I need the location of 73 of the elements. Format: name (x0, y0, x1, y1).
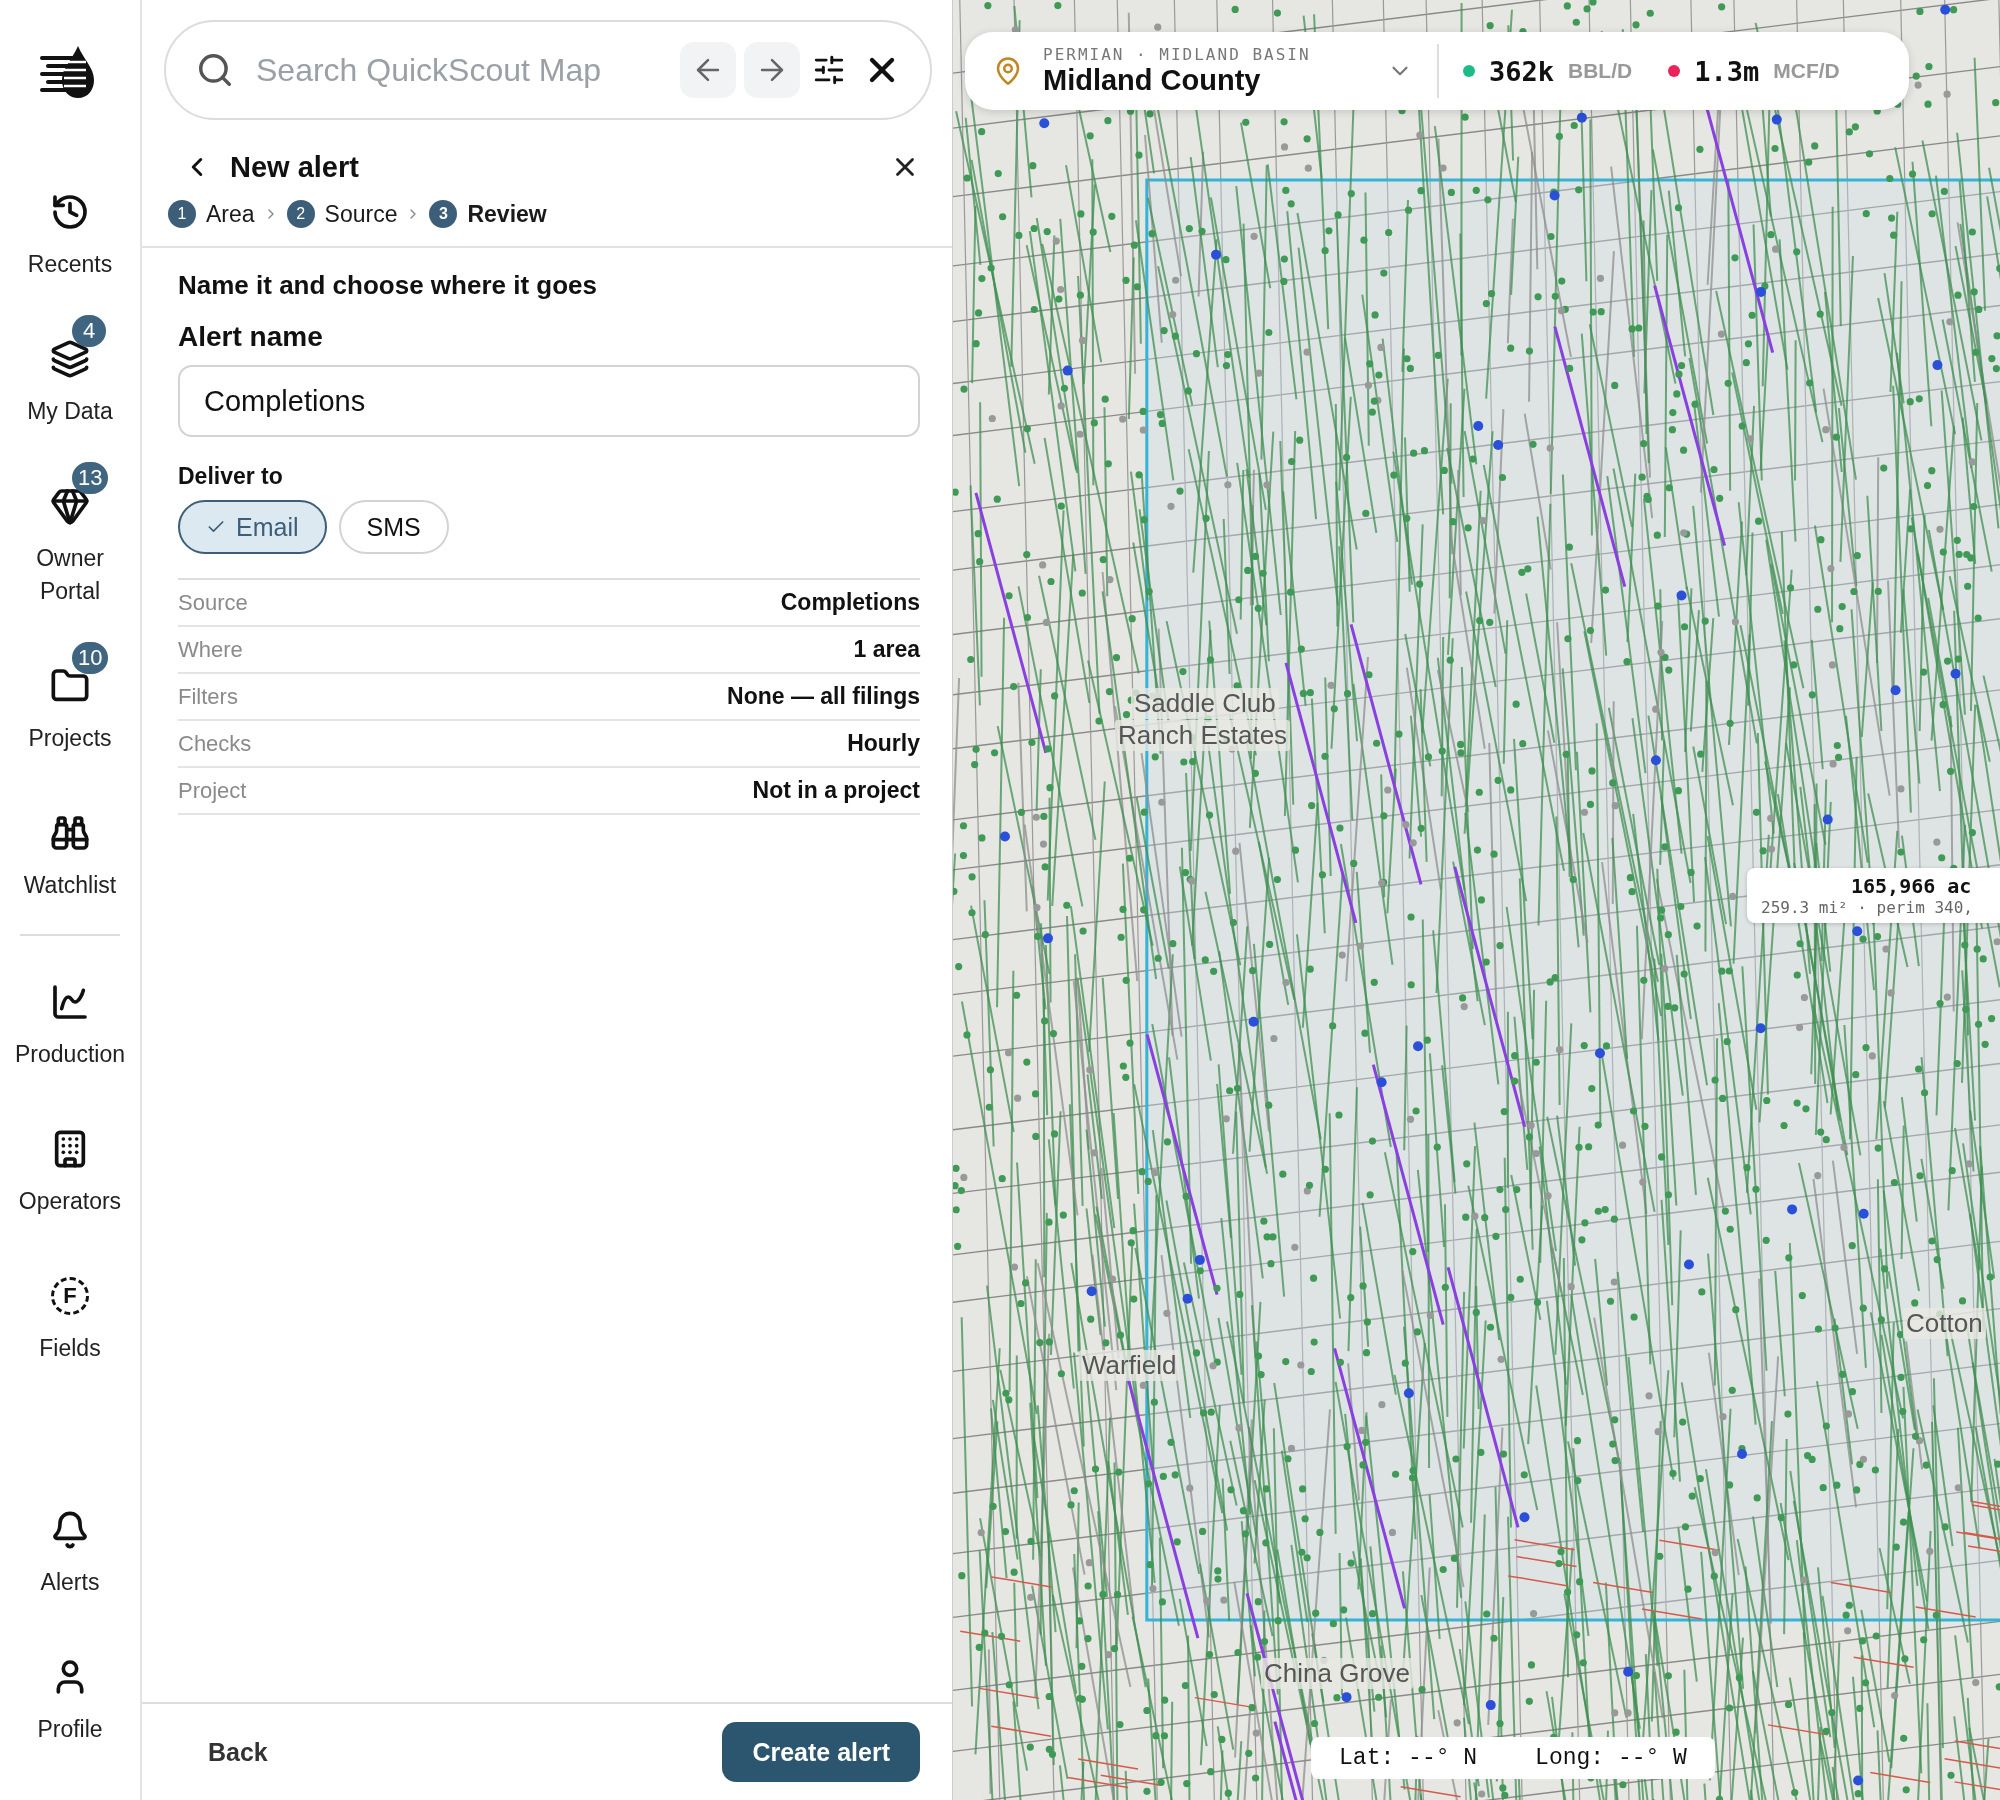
delivery-chip[interactable]: SMS (338, 500, 449, 554)
sidebar-item[interactable]: 4 My Data (5, 313, 135, 428)
sliders-icon (812, 53, 846, 87)
sidebar-label: Alerts (39, 1568, 101, 1597)
map-drawing[interactable] (953, 0, 2000, 1800)
alert-name-field[interactable]: Completions (178, 365, 920, 437)
binoculars-icon (50, 813, 90, 853)
summary-label: Where (178, 636, 243, 663)
area-details: 259.3 mi² · perim 340, (1761, 898, 1974, 917)
section-heading: Name it and choose where it goes (178, 270, 598, 301)
sidebar-label: Operators (17, 1187, 123, 1216)
sidebar-item[interactable]: 13 Owner Portal (5, 460, 135, 608)
forward-button[interactable] (744, 42, 800, 98)
place-label: Warfield (1079, 1350, 1180, 1381)
create-alert-button[interactable]: Create alert (722, 1722, 920, 1782)
place-label: Ranch Estates (1115, 720, 1291, 751)
stat-unit: MCF/D (1773, 59, 1840, 83)
sidebar-label: Projects (27, 724, 113, 753)
sidebar-label: Fields (38, 1334, 102, 1363)
wizard-step[interactable]: 3 Review (429, 200, 547, 228)
place-label: China Grove (1261, 1658, 1413, 1689)
sidebar-item[interactable]: Production (5, 956, 135, 1071)
summary-value: None — all filings (727, 683, 920, 710)
delivery-chip[interactable]: Email (178, 500, 327, 554)
field-label: Alert name (178, 321, 324, 353)
search-icon (196, 51, 234, 89)
history-icon (50, 192, 90, 232)
wizard-step[interactable]: 1 Area (168, 200, 255, 228)
sidebar-item[interactable]: Alerts (5, 1484, 135, 1599)
region-label: PERMIAN · MIDLAND BASIN (1043, 45, 1312, 64)
sidebar-item[interactable]: Profile (5, 1631, 135, 1746)
summary-label: Project (178, 777, 247, 804)
count-badge: 4 (72, 315, 106, 347)
wizard-step[interactable]: 2 Source (286, 200, 398, 228)
sidebar-item[interactable]: Operators (5, 1103, 135, 1218)
summary-value: Not in a project (752, 777, 920, 804)
panel-title: New alert (230, 150, 360, 184)
field-label: Deliver to (178, 463, 284, 490)
summary-label: Checks (178, 730, 252, 757)
bell-icon (50, 1510, 90, 1550)
area-acres: 165,966 ac (1850, 874, 1973, 898)
count-badge: 13 (72, 462, 109, 494)
sidebar-label: My Data (26, 397, 114, 426)
fields-icon: F (51, 1277, 89, 1315)
back-button[interactable]: Back (178, 1725, 298, 1779)
sidebar-label: Owner Portal (35, 544, 105, 606)
sidebar-item[interactable]: 10 Projects (5, 640, 135, 755)
summary-value: Hourly (847, 730, 920, 757)
stat-unit: BBL/D (1568, 59, 1633, 83)
latitude-text: Lat: --° N (1339, 1745, 1478, 1771)
place-label: Saddle Club (1131, 688, 1279, 719)
search-bar[interactable]: Search QuickScout Map (164, 20, 932, 120)
sidebar-label: Watchlist (22, 871, 118, 900)
sidebar-label: Profile (36, 1715, 104, 1744)
sidebar-item[interactable]: Watchlist (5, 787, 135, 902)
summary-value: Completions (780, 589, 920, 616)
stat-value: 1.3m (1694, 55, 1760, 87)
stat-value: 362k (1489, 55, 1555, 87)
back-button[interactable] (680, 42, 736, 98)
sidebar-item[interactable]: F Fields (5, 1250, 135, 1365)
count-badge: 10 (72, 642, 109, 674)
sidebar-item[interactable]: Recents (5, 166, 135, 281)
place-label: Cotton (1903, 1308, 1986, 1339)
longitude-text: Long: --° W (1535, 1745, 1687, 1771)
summary-value: 1 area (853, 636, 920, 663)
layers-icon (50, 339, 90, 379)
summary-label: Source (178, 589, 248, 616)
summary-label: Filters (178, 683, 238, 710)
sidebar-label: Production (14, 1040, 126, 1069)
gem-icon (50, 486, 90, 526)
sidebar-label: Recents (26, 250, 114, 279)
chart-icon (50, 982, 90, 1022)
county-name: Midland County (1043, 64, 1262, 97)
